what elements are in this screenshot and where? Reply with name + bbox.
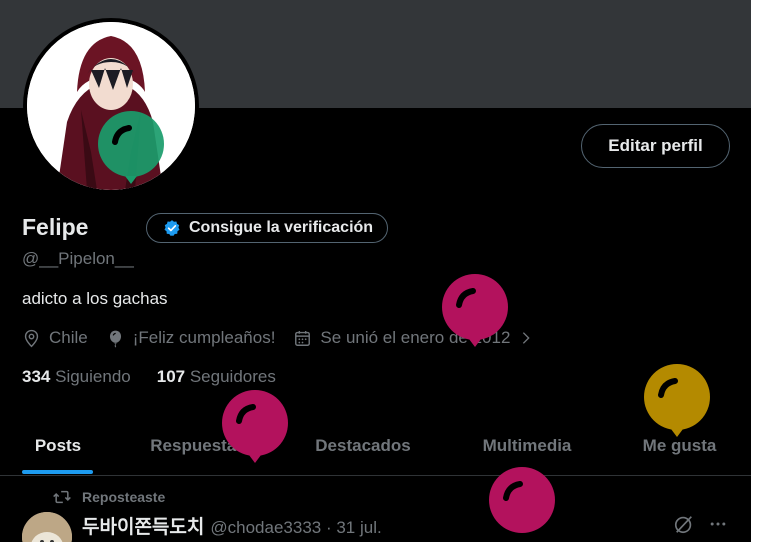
verified-badge-icon xyxy=(164,220,180,236)
birthday-balloon-magenta-3 xyxy=(489,467,555,533)
post-author-avatar[interactable] xyxy=(22,512,72,542)
balloon-icon xyxy=(109,330,121,348)
following-label: Siguiendo xyxy=(55,367,131,386)
location-item: Chile xyxy=(22,328,88,348)
following-link[interactable]: 334 Siguiendo xyxy=(22,367,131,387)
birthday-balloon-gold xyxy=(644,364,710,437)
location-pin-icon xyxy=(24,329,39,347)
page-edge xyxy=(751,0,765,542)
calendar-icon xyxy=(295,330,311,346)
location-text: Chile xyxy=(49,328,88,347)
post-header: 두바이쫀득도치 @chodae3333 · 31 jul. xyxy=(82,512,382,539)
birthday-balloon-green xyxy=(98,111,164,184)
birthday-item: ¡Feliz cumpleaños! xyxy=(106,328,276,348)
repost-icon xyxy=(53,490,71,504)
profile-tabs: Posts Respuestas Destacados Multimedia M… xyxy=(0,416,751,476)
profile-page: Editar perfil Felipe Consigue la verific… xyxy=(0,0,751,542)
birthday-balloon-magenta-1 xyxy=(442,274,508,347)
birthday-balloon-magenta-2 xyxy=(222,390,288,463)
post-author-meta[interactable]: @chodae3333 · 31 jul. xyxy=(210,518,381,538)
chevron-right-icon xyxy=(523,332,531,344)
tab-posts[interactable]: Posts xyxy=(0,416,116,476)
get-verified-label: Consigue la verificación xyxy=(189,219,374,236)
profile-bio: adicto a los gachas xyxy=(22,289,168,308)
repost-label: Reposteaste xyxy=(82,489,166,505)
post-avatar-image xyxy=(22,512,72,542)
repost-indicator: Reposteaste xyxy=(52,487,165,507)
post-author-name[interactable]: 두바이쫀득도치 xyxy=(82,512,204,539)
birthday-text: ¡Feliz cumpleaños! xyxy=(132,328,276,347)
profile-name: Felipe xyxy=(22,214,89,240)
get-verified-button[interactable]: Consigue la verificación xyxy=(146,213,389,243)
followers-count: 107 xyxy=(156,367,186,386)
follow-stats: 334 Siguiendo 107 Seguidores xyxy=(22,367,276,387)
more-options-icon[interactable] xyxy=(708,514,728,534)
tab-highlights[interactable]: Destacados xyxy=(280,416,446,476)
active-tab-indicator xyxy=(22,470,93,474)
profile-handle: @__Pipelon__ xyxy=(22,249,134,268)
grok-icon[interactable] xyxy=(673,513,695,535)
followers-link[interactable]: 107 Seguidores xyxy=(157,367,276,387)
followers-label: Seguidores xyxy=(189,367,276,386)
following-count: 334 xyxy=(22,367,51,386)
edit-profile-button[interactable]: Editar perfil xyxy=(581,124,730,168)
